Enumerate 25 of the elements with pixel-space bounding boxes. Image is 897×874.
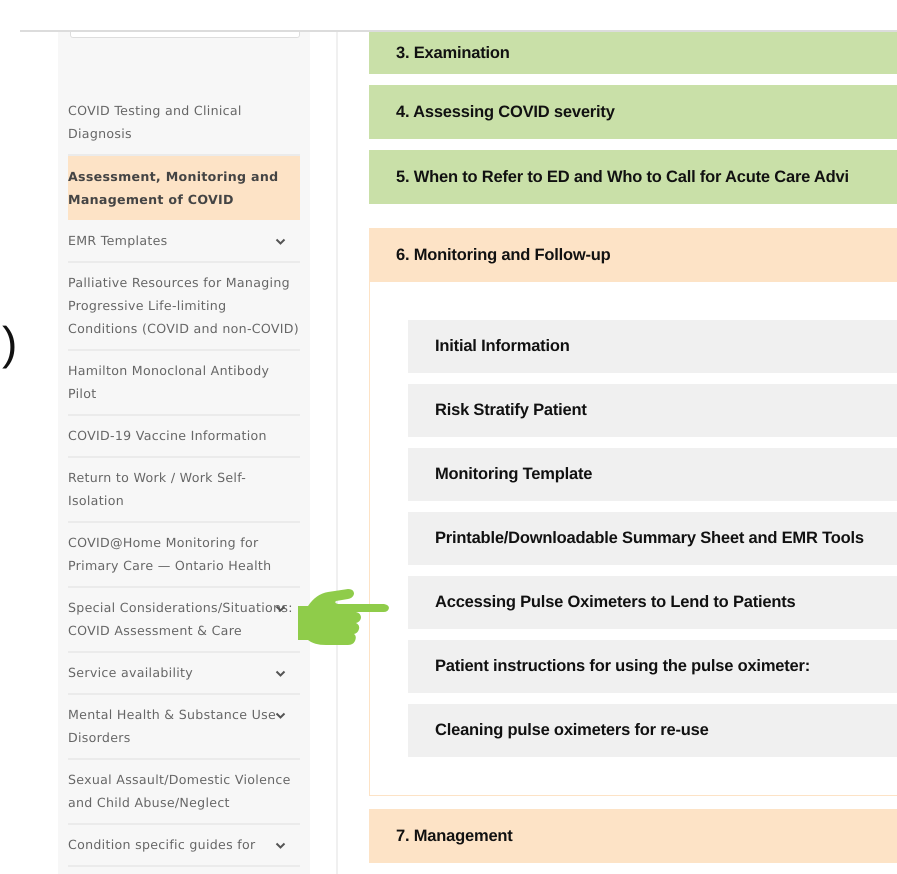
subsection-header[interactable]: Monitoring Template	[408, 448, 897, 501]
sidebar-item[interactable]: Service availability	[68, 653, 300, 695]
accordion-header[interactable]: 7. Management	[369, 809, 897, 863]
sidebar-item[interactable]: Sexual Assault/Domestic Violence and Child Abuse/Neglect	[68, 760, 300, 825]
subsection-header[interactable]: Accessing Pulse Oximeters to Lend to Patients	[408, 576, 897, 629]
sidebar-item[interactable]: Assessment, Monitoring and Management of COVID	[68, 156, 300, 220]
sidebar-item[interactable]: Hamilton Monoclonal Antibody Pilot	[68, 351, 300, 416]
accordion-header[interactable]: 5. When to Refer to ED and Who to Call for Acute Care Advi	[369, 150, 897, 204]
sidebar-item[interactable]: Condition specific guides for	[68, 825, 300, 867]
accordion-header[interactable]: 3. Examination	[369, 32, 897, 74]
subsection-header[interactable]: Cleaning pulse oximeters for re-use	[408, 704, 897, 757]
sidebar-item[interactable]: EMR Templates	[68, 221, 300, 263]
subsection-header[interactable]: Risk Stratify Patient	[408, 384, 897, 437]
heading-text: )	[2, 320, 18, 366]
sidebar-item[interactable]: COVID@Home Monitoring for Primary Care — Ontario Health	[68, 523, 300, 588]
accordion-header[interactable]: 6. Monitoring and Follow-up	[369, 228, 897, 282]
sidebar-item[interactable]: Mental Health & Substance Use Disorders	[68, 695, 300, 760]
subsection-header[interactable]: Initial Information	[408, 320, 897, 373]
sidebar-item[interactable]: COVID-19 Vaccine Information	[68, 416, 300, 458]
subsection-header[interactable]: Printable/Downloadable Summary Sheet and EMR Tools	[408, 512, 897, 565]
sidebar-item[interactable]: Palliative Resources for Managing Progressive Life-limiting Conditions (COVID and non-COVID)	[68, 263, 300, 351]
subsection-header[interactable]: Patient instructions for using the pulse oximeter:	[408, 640, 897, 693]
accordion-header[interactable]: 4. Assessing COVID severity	[369, 85, 897, 139]
search-field[interactable]	[70, 32, 300, 38]
sidebar-item[interactable]: Return to Work / Work Self-Isolation	[68, 458, 300, 523]
